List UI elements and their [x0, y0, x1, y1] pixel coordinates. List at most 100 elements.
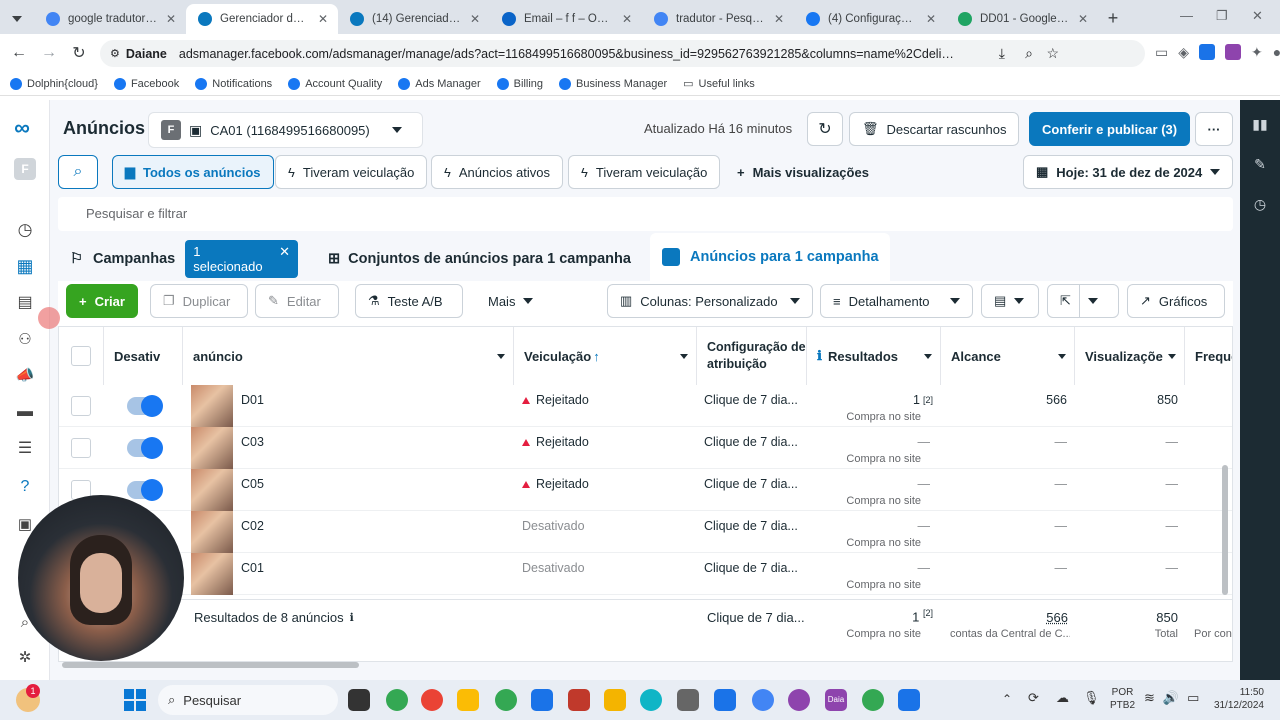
- close-tab-icon[interactable]: ✕: [926, 12, 936, 26]
- selected-chip[interactable]: 1 selecionado ✕: [185, 240, 298, 278]
- tray-overflow-icon[interactable]: ⌃: [1002, 692, 1012, 706]
- dashboard-icon[interactable]: ◷: [13, 218, 37, 242]
- help-icon[interactable]: ?: [13, 475, 37, 499]
- ab-test-button[interactable]: ⚗ Teste A/B: [355, 284, 463, 318]
- tab-campaigns[interactable]: ⚐ Campanhas 1 selecionado ✕: [58, 238, 298, 280]
- install-icon[interactable]: ⤓: [999, 45, 1005, 62]
- ad-name[interactable]: C03: [241, 421, 264, 463]
- pages-icon[interactable]: ▤: [13, 290, 37, 314]
- chrome-icon[interactable]: [752, 689, 774, 711]
- minimize-icon[interactable]: —: [1180, 8, 1193, 23]
- bookmark-item[interactable]: ▭ Useful links: [683, 77, 755, 91]
- bookmark-item[interactable]: Business Manager: [559, 77, 667, 90]
- header-select-all[interactable]: [59, 327, 104, 385]
- tray-status[interactable]: ≋ 🔊 ▭: [1144, 690, 1199, 706]
- profile-chip[interactable]: Daiane: [126, 47, 167, 61]
- close-tab-icon[interactable]: ✕: [622, 12, 632, 26]
- back-icon[interactable]: ←: [4, 44, 34, 62]
- browser-tab[interactable]: (4) Configurações e ✕: [794, 4, 946, 34]
- more-views-button[interactable]: + Mais visualizações: [725, 155, 881, 189]
- reload-icon[interactable]: ↻: [64, 43, 94, 63]
- vertical-scrollbar[interactable]: [1222, 465, 1228, 595]
- app-icon[interactable]: [677, 689, 699, 711]
- columns-button[interactable]: ▥ Colunas: Personalizado: [607, 284, 813, 318]
- edge-icon[interactable]: [640, 689, 662, 711]
- zoom-icon[interactable]: ⌕: [1025, 45, 1033, 62]
- ad-name[interactable]: C02: [241, 505, 264, 547]
- header-toggle[interactable]: Desativ: [104, 327, 183, 385]
- extension-icon[interactable]: ◈: [1178, 44, 1189, 61]
- chrome-icon[interactable]: [386, 689, 408, 711]
- chrome-icon[interactable]: [421, 689, 443, 711]
- search-filter-input[interactable]: Pesquisar e filtrar: [58, 197, 1233, 231]
- row-checkbox[interactable]: [71, 396, 91, 416]
- duplicate-button[interactable]: ❐ Duplicar: [150, 284, 248, 318]
- ad-toggle[interactable]: [127, 395, 163, 417]
- close-tab-icon[interactable]: ✕: [166, 12, 176, 26]
- calculator-icon[interactable]: [898, 689, 920, 711]
- bookmark-item[interactable]: Ads Manager: [398, 77, 481, 90]
- bookmark-star-icon[interactable]: ☆: [1046, 45, 1059, 62]
- dolphin-icon[interactable]: [788, 689, 810, 711]
- ads-manager-icon[interactable]: ▦: [13, 254, 37, 278]
- windows-start-icon[interactable]: [124, 689, 146, 711]
- ad-toggle[interactable]: [127, 437, 163, 459]
- charts-button[interactable]: ↗ Gráficos: [1127, 284, 1225, 318]
- create-button[interactable]: + Criar: [66, 284, 138, 318]
- all-tools-icon[interactable]: ☰: [13, 436, 37, 460]
- close-tab-icon[interactable]: ✕: [774, 12, 784, 26]
- campaign-megaphone-icon[interactable]: 📣: [13, 363, 37, 387]
- filter-active-ads[interactable]: ϟ Anúncios ativos: [431, 155, 563, 189]
- store-icon[interactable]: [531, 689, 553, 711]
- tab-adsets[interactable]: ⊞ Conjuntos de anúncios para 1 campanha: [316, 238, 646, 280]
- clear-selection-icon[interactable]: ✕: [279, 244, 290, 274]
- account-icon[interactable]: ●: [1273, 44, 1280, 61]
- close-tab-icon[interactable]: ✕: [470, 12, 480, 26]
- more-options-button[interactable]: ···: [1195, 112, 1233, 146]
- header-ad-name[interactable]: anúncio: [183, 327, 514, 385]
- bookmark-item[interactable]: Dolphin{cloud}: [10, 77, 98, 90]
- browser-tab[interactable]: DD01 - Google Drive ✕: [946, 4, 1098, 34]
- date-picker[interactable]: ▦ Hoje: 31 de dez de 2024: [1023, 155, 1233, 189]
- export-button[interactable]: ⇱: [1047, 284, 1119, 318]
- camera-icon[interactable]: ▭: [1155, 44, 1168, 61]
- select-all-checkbox[interactable]: [71, 346, 91, 366]
- discard-drafts-button[interactable]: 🗑 Descartar rascunhos: [849, 112, 1020, 146]
- ad-toggle[interactable]: [127, 479, 163, 501]
- search-button[interactable]: ⌕: [58, 155, 98, 189]
- tray-cloud-icon[interactable]: ☁: [1056, 690, 1069, 706]
- tab-search-icon[interactable]: [0, 4, 34, 34]
- bookmark-item[interactable]: Billing: [496, 77, 543, 90]
- horizontal-scrollbar[interactable]: [62, 662, 359, 668]
- chrome-icon[interactable]: [495, 689, 517, 711]
- audiences-icon[interactable]: ⚇: [13, 327, 37, 351]
- calculator-icon[interactable]: [714, 689, 736, 711]
- tab-ads[interactable]: Anúncios para 1 campanha: [650, 233, 890, 281]
- folder-icon[interactable]: [604, 689, 626, 711]
- microphone-icon[interactable]: 🎙: [1083, 690, 1100, 706]
- new-tab-button[interactable]: +: [1098, 4, 1128, 34]
- clock[interactable]: 11:50 31/12/2024: [1208, 686, 1264, 712]
- header-delivery[interactable]: Veiculação ↑: [514, 327, 697, 385]
- file-explorer-icon[interactable]: [457, 689, 479, 711]
- header-impressions[interactable]: Visualizaçõe: [1075, 327, 1185, 385]
- more-actions-button[interactable]: Mais: [476, 284, 545, 318]
- task-view-icon[interactable]: [348, 689, 370, 711]
- bug-report-icon[interactable]: ✲: [13, 645, 37, 669]
- edit-button[interactable]: ✎ Editar: [255, 284, 339, 318]
- taskbar-search[interactable]: ⌕ Pesquisar: [158, 685, 338, 715]
- close-window-icon[interactable]: ✕: [1252, 8, 1263, 24]
- header-reach[interactable]: Alcance: [941, 327, 1075, 385]
- address-bar[interactable]: ⚙ Daiane adsmanager.facebook.com/adsmana…: [100, 40, 1145, 67]
- language-indicator[interactable]: POR PTB2: [1110, 686, 1135, 712]
- filter-had-delivery-2[interactable]: ϟ Tiveram veiculação: [568, 155, 721, 189]
- browser-tab[interactable]: tradutor - Pesquisa G ✕: [642, 4, 794, 34]
- ad-name[interactable]: C05: [241, 463, 264, 505]
- row-checkbox[interactable]: [71, 438, 91, 458]
- header-results[interactable]: ℹ Resultados: [807, 327, 941, 385]
- extension-p-icon[interactable]: [1225, 44, 1242, 60]
- history-icon[interactable]: ◷: [1250, 196, 1270, 216]
- meta-logo-icon[interactable]: ∞: [10, 115, 34, 140]
- browser-tab[interactable]: google tradutor - Pe ✕: [34, 4, 186, 34]
- billing-icon[interactable]: ▬: [13, 400, 37, 424]
